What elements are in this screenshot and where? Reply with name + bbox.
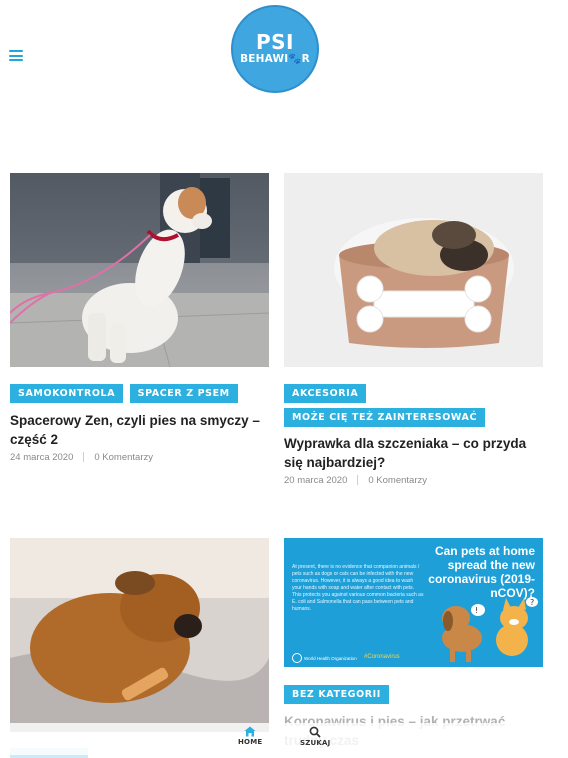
dog-and-cat-illustration: ! ? xyxy=(442,597,538,662)
comments-link[interactable]: 0 Komentarzy xyxy=(368,475,427,486)
who-name: World Health Organization xyxy=(304,655,357,661)
bottom-navigation: HOME SZUKAJ xyxy=(0,723,568,755)
infographic-heading: Can pets at home spread the new coronavi… xyxy=(428,544,535,600)
logo-line2: BEHAWI🐾R xyxy=(240,53,310,65)
infographic-body: At present, there is no evidence that co… xyxy=(292,564,424,612)
post-categories: BEZ KATEGORII xyxy=(284,684,389,708)
category-badge[interactable]: MOŻE CIĘ TEŻ ZAINTERESOWAĆ xyxy=(284,408,486,427)
category-badge[interactable]: AKCESORIA xyxy=(284,384,367,403)
post-title[interactable]: Spacerowy Zen, czyli pies na smyczy – cz… xyxy=(10,411,269,449)
infographic-hashtag: #Coronavirus xyxy=(364,654,400,660)
site-logo[interactable]: PSI BEHAWI🐾R xyxy=(231,5,319,93)
post-card: AKCESORIA MOŻE CIĘ TEŻ ZAINTERESOWAĆ Wyp… xyxy=(284,173,543,493)
post-date: 20 marca 2020 xyxy=(284,475,348,486)
nav-search-label: SZUKAJ xyxy=(300,739,331,747)
comments-link[interactable]: 0 Komentarzy xyxy=(94,452,153,463)
hamburger-menu-icon[interactable] xyxy=(9,50,23,61)
post-thumbnail-coronavirus-infographic[interactable]: Can pets at home spread the new coronavi… xyxy=(284,538,543,667)
logo-line1: PSI xyxy=(255,30,294,54)
category-badge[interactable]: SPACER Z PSEM xyxy=(129,384,238,403)
category-badge[interactable]: BEZ KATEGORII xyxy=(284,685,389,704)
post-thumbnail-terrier-on-blanket[interactable] xyxy=(10,538,269,732)
meta-divider xyxy=(83,452,85,463)
search-icon xyxy=(309,726,321,738)
meta-divider xyxy=(357,475,359,486)
home-icon xyxy=(244,726,256,737)
nav-home-label: HOME xyxy=(238,738,263,746)
post-categories: AKCESORIA MOŻE CIĘ TEŻ ZAINTERESOWAĆ xyxy=(284,383,486,431)
post-card: SAMOKONTROLA SPACER Z PSEM Spacerowy Zen… xyxy=(10,173,269,473)
post-thumbnail-puppy-in-bowl[interactable] xyxy=(284,173,543,367)
post-thumbnail-dog-on-leash[interactable] xyxy=(10,173,269,367)
post-date: 24 marca 2020 xyxy=(10,452,74,463)
svg-text:!: ! xyxy=(475,606,478,615)
who-logo: World Health Organization xyxy=(292,653,357,663)
nav-search[interactable]: SZUKAJ xyxy=(300,726,330,747)
category-badge[interactable]: SAMOKONTROLA xyxy=(10,384,124,403)
who-emblem-icon xyxy=(292,653,302,663)
nav-home[interactable]: HOME xyxy=(238,726,262,746)
svg-text:?: ? xyxy=(530,598,534,607)
post-categories: SAMOKONTROLA SPACER Z PSEM xyxy=(10,383,238,407)
post-meta: 20 marca 2020 0 Komentarzy xyxy=(284,475,427,486)
post-meta: 24 marca 2020 0 Komentarzy xyxy=(10,452,153,463)
post-title[interactable]: Wyprawka dla szczeniaka – co przyda się … xyxy=(284,434,543,472)
